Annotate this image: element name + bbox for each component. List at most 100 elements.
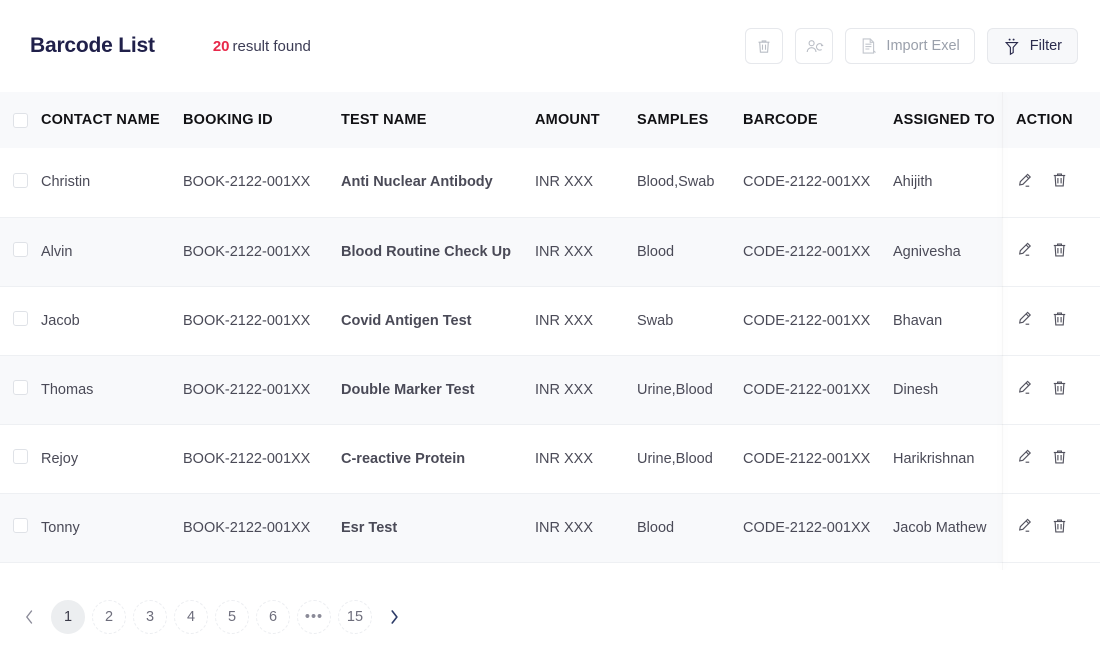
contact-name-value: Rejoy bbox=[41, 450, 79, 467]
pagination-page-4[interactable]: 4 bbox=[174, 599, 208, 634]
cell-amount: INR XXX bbox=[535, 355, 637, 425]
pagination-page-6[interactable]: 6 bbox=[256, 599, 290, 634]
column-label: ASSIGNED TO bbox=[893, 112, 995, 128]
assigned-to-value: Jacob Mathew bbox=[893, 519, 987, 536]
cell-contact-name: Alvin bbox=[40, 217, 181, 287]
cell-test-name: Esr Test bbox=[341, 493, 535, 563]
edit-pencil-icon[interactable] bbox=[1016, 172, 1033, 193]
edit-pencil-icon[interactable] bbox=[1016, 241, 1033, 262]
delete-row-trash-icon[interactable] bbox=[1051, 310, 1068, 332]
pagination-page-label: 6 bbox=[268, 608, 278, 625]
result-count-label: 20 result found bbox=[213, 38, 311, 55]
row-checkbox[interactable] bbox=[13, 172, 28, 188]
cell-samples: Blood bbox=[637, 493, 743, 563]
column-header-booking-id[interactable]: BOOKING ID bbox=[181, 92, 341, 148]
delete-row-trash-icon[interactable] bbox=[1051, 517, 1068, 539]
row-select-cell bbox=[0, 148, 40, 218]
cell-action bbox=[1002, 493, 1100, 563]
cell-assigned-to: Dinesh bbox=[893, 355, 1002, 425]
delete-row-trash-icon[interactable] bbox=[1051, 448, 1068, 470]
table-header: CONTACT NAME BOOKING ID TEST NAME AMOUNT… bbox=[0, 92, 1100, 148]
column-header-test-name[interactable]: TEST NAME bbox=[341, 92, 535, 148]
test-name-value: Esr Test bbox=[341, 519, 398, 536]
edit-pencil-icon[interactable] bbox=[1016, 448, 1033, 469]
booking-id-value: BOOK-2122-001XX bbox=[183, 450, 311, 467]
column-label: BOOKING ID bbox=[183, 112, 273, 128]
cell-samples: Urine,Blood bbox=[637, 424, 743, 494]
table-row[interactable]: Rejoy BOOK-2122-001XX C-reactive Protein IN… bbox=[0, 424, 1100, 494]
cell-assigned-to: Agnivesha bbox=[893, 217, 1002, 287]
pagination-page-15[interactable]: 15 bbox=[338, 599, 372, 634]
row-checkbox[interactable] bbox=[13, 242, 28, 257]
table-row[interactable]: Jacob BOOK-2122-001XX Covid Antigen Test IN… bbox=[0, 286, 1100, 356]
filter-button[interactable]: Filter bbox=[986, 28, 1078, 64]
table-row[interactable]: Thomas BOOK-2122-001XX Double Marker Test I… bbox=[0, 355, 1100, 425]
row-checkbox[interactable] bbox=[13, 311, 28, 326]
page-header: Barcode List 20 result found Import Exel… bbox=[0, 0, 1100, 92]
contact-name-value: Alvin bbox=[41, 243, 73, 260]
column-header-amount[interactable]: AMOUNT bbox=[535, 92, 637, 148]
barcode-list-page: Barcode List 20 result found Import Exel… bbox=[0, 0, 1100, 663]
assign-user-button[interactable] bbox=[795, 28, 834, 64]
assigned-to-value: Ahijith bbox=[893, 174, 933, 191]
cell-barcode: CODE-2122-001XX bbox=[743, 286, 893, 356]
pagination-page-label: 4 bbox=[186, 608, 196, 625]
delete-row-trash-icon[interactable] bbox=[1051, 379, 1068, 401]
cell-amount: INR XXX bbox=[535, 286, 637, 356]
samples-value: Urine,Blood bbox=[637, 450, 713, 467]
contact-name-value: Tonny bbox=[41, 519, 80, 536]
row-checkbox[interactable] bbox=[13, 449, 28, 464]
amount-value: INR XXX bbox=[535, 312, 594, 329]
table-row[interactable]: Tonny BOOK-2122-001XX Esr Test INR XXX Blood… bbox=[0, 493, 1100, 563]
test-name-value: Blood Routine Check Up bbox=[341, 243, 511, 260]
samples-value: Blood,Swab bbox=[637, 174, 715, 191]
delete-row-trash-icon[interactable] bbox=[1051, 171, 1068, 193]
edit-pencil-icon[interactable] bbox=[1016, 310, 1033, 331]
pagination-prev-button[interactable] bbox=[14, 600, 44, 634]
cell-action bbox=[1002, 286, 1100, 356]
pagination-page-label: ••• bbox=[304, 608, 324, 625]
test-name-value: Covid Antigen Test bbox=[341, 312, 472, 329]
table-header-row: CONTACT NAME BOOKING ID TEST NAME AMOUNT… bbox=[0, 92, 1100, 148]
pagination-next-button[interactable] bbox=[379, 600, 409, 634]
table-row[interactable]: Alvin BOOK-2122-001XX Blood Routine Check … bbox=[0, 217, 1100, 287]
filter-label: Filter bbox=[1029, 38, 1062, 54]
cell-booking-id: BOOK-2122-001XX bbox=[181, 286, 341, 356]
samples-value: Swab bbox=[637, 312, 674, 329]
column-header-samples[interactable]: SAMPLES bbox=[637, 92, 743, 148]
barcode-table-container: CONTACT NAME BOOKING ID TEST NAME AMOUNT… bbox=[0, 92, 1100, 570]
edit-pencil-icon[interactable] bbox=[1016, 517, 1033, 538]
cell-barcode: CODE-2122-001XX bbox=[743, 148, 893, 218]
page-title: Barcode List bbox=[30, 34, 155, 57]
column-header-assigned-to[interactable]: ASSIGNED TO bbox=[893, 92, 1002, 148]
document-icon bbox=[860, 37, 877, 55]
assign-user-icon bbox=[805, 38, 824, 55]
edit-pencil-icon[interactable] bbox=[1016, 379, 1033, 400]
column-header-barcode[interactable]: BARCODE bbox=[743, 92, 893, 148]
cell-test-name: Double Marker Test bbox=[341, 355, 535, 425]
column-label: SAMPLES bbox=[637, 112, 709, 128]
assigned-to-value: Bhavan bbox=[893, 312, 943, 329]
select-all-checkbox[interactable] bbox=[13, 112, 28, 128]
pagination-page-label: 2 bbox=[104, 608, 114, 625]
test-name-value: C-reactive Protein bbox=[341, 450, 466, 467]
select-all-header bbox=[0, 92, 40, 148]
row-checkbox[interactable] bbox=[13, 518, 28, 533]
cell-assigned-to: Jacob Mathew bbox=[893, 493, 1002, 563]
delete-row-trash-icon[interactable] bbox=[1051, 241, 1068, 263]
column-label: TEST NAME bbox=[341, 112, 427, 128]
cell-assigned-to: Harikrishnan bbox=[893, 424, 1002, 494]
pagination-page-2[interactable]: 2 bbox=[92, 599, 126, 634]
pagination-page-5[interactable]: 5 bbox=[215, 599, 249, 634]
table-row[interactable]: Christin BOOK-2122-001XX Anti Nuclear Anti… bbox=[0, 148, 1100, 218]
cell-action bbox=[1002, 148, 1100, 218]
pagination-page-3[interactable]: 3 bbox=[133, 599, 167, 634]
cell-test-name: Covid Antigen Test bbox=[341, 286, 535, 356]
import-excel-button[interactable]: Import Exel bbox=[845, 28, 975, 64]
pagination-page-1[interactable]: 1 bbox=[51, 599, 85, 634]
pagination-page-label: 3 bbox=[145, 608, 155, 625]
row-checkbox[interactable] bbox=[13, 380, 28, 395]
delete-selected-button[interactable] bbox=[745, 28, 784, 64]
column-header-contact-name[interactable]: CONTACT NAME bbox=[40, 92, 181, 148]
cell-barcode: CODE-2122-001XX bbox=[743, 424, 893, 494]
